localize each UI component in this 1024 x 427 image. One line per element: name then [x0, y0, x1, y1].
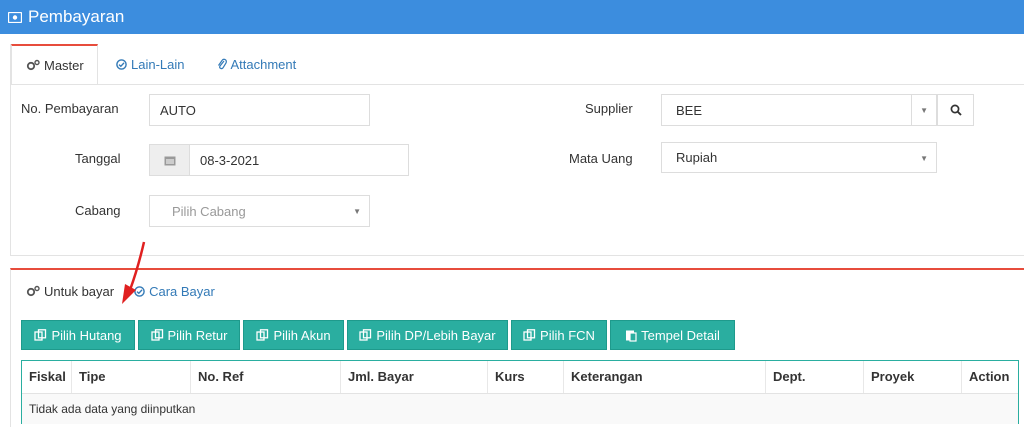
column-header[interactable]: No. Ref	[191, 361, 341, 393]
column-header[interactable]: Dept.	[766, 361, 864, 393]
no-pembayaran-label: No. Pembayaran	[21, 101, 119, 116]
supplier-label: Supplier	[585, 101, 633, 116]
cogs-icon	[26, 59, 40, 71]
pilih-fcn-button[interactable]: Pilih FCN	[511, 320, 607, 350]
tanggal-label: Tanggal	[75, 151, 121, 166]
pilih-akun-label: Pilih Akun	[273, 327, 331, 343]
detail-table: Fiskal Tipe No. Ref Jml. Bayar Kurs Kete…	[21, 360, 1019, 424]
window-title-text: Pembayaran	[28, 7, 125, 26]
supplier-search-button[interactable]	[937, 94, 974, 126]
cabang-select[interactable]: Pilih Cabang ▼	[149, 195, 370, 227]
tanggal-value: 08-3-2021	[200, 152, 260, 168]
pilih-retur-label: Pilih Retur	[167, 327, 228, 343]
chevron-down-icon: ▼	[353, 207, 361, 216]
tab-master-label: Master	[44, 57, 84, 73]
tempel-detail-label: Tempel Detail	[641, 327, 720, 343]
cabang-label: Cabang	[75, 203, 121, 218]
annotation-arrow	[122, 241, 146, 304]
column-header[interactable]: Action	[962, 361, 1018, 393]
pilih-fcn-label: Pilih FCN	[540, 327, 595, 343]
tab-lain-lain-label: Lain-Lain	[131, 56, 185, 72]
master-tabs: Master Lain-Lain Attachment	[11, 44, 310, 84]
empty-table-message: Tidak ada data yang diinputkan	[22, 393, 1018, 424]
money-icon	[8, 11, 22, 23]
cogs-icon	[26, 285, 40, 297]
copy-icon	[34, 329, 47, 341]
cabang-placeholder: Pilih Cabang	[172, 203, 246, 219]
column-header[interactable]: Keterangan	[564, 361, 766, 393]
chevron-down-icon: ▼	[920, 154, 928, 163]
copy-icon	[256, 329, 269, 341]
copy-icon	[359, 329, 372, 341]
no-pembayaran-value: AUTO	[160, 102, 196, 118]
mata-uang-select[interactable]: Rupiah ▼	[661, 142, 937, 173]
supplier-value: BEE	[676, 102, 703, 118]
chevron-down-icon: ▼	[920, 106, 928, 115]
pilih-retur-button[interactable]: Pilih Retur	[138, 320, 240, 350]
column-header[interactable]: Fiskal	[22, 361, 72, 393]
tab-untuk-bayar[interactable]: Untuk bayar	[11, 271, 128, 311]
pilih-dp-button[interactable]: Pilih DP/Lebih Bayar	[347, 320, 508, 350]
tab-cara-bayar-label: Cara Bayar	[149, 283, 215, 299]
calendar-icon[interactable]	[150, 145, 190, 175]
window-titlebar: Pembayaran	[0, 0, 1024, 34]
tab-attachment[interactable]: Attachment	[199, 44, 311, 84]
tempel-detail-button[interactable]: Tempel Detail	[610, 320, 735, 350]
pilih-hutang-label: Pilih Hutang	[51, 327, 122, 343]
column-header[interactable]: Proyek	[864, 361, 962, 393]
column-header[interactable]: Kurs	[488, 361, 564, 393]
column-header[interactable]: Tipe	[72, 361, 191, 393]
column-header[interactable]: Jml. Bayar	[341, 361, 488, 393]
mata-uang-value: Rupiah	[676, 150, 718, 165]
copy-icon	[150, 329, 164, 341]
tab-attachment-label: Attachment	[230, 56, 297, 72]
mata-uang-label: Mata Uang	[569, 151, 633, 166]
paperclip-icon	[217, 58, 227, 70]
tanggal-field[interactable]: 08-3-2021	[149, 144, 409, 176]
check-circle-icon	[116, 58, 127, 70]
window-title: Pembayaran	[8, 7, 124, 27]
pilih-hutang-button[interactable]: Pilih Hutang	[21, 320, 135, 350]
tab-master[interactable]: Master	[11, 44, 98, 84]
tab-untuk-bayar-label: Untuk bayar	[44, 283, 115, 299]
pilih-dp-label: Pilih DP/Lebih Bayar	[376, 327, 496, 343]
no-pembayaran-field[interactable]: AUTO	[149, 94, 370, 126]
search-icon	[950, 104, 962, 116]
tab-lain-lain[interactable]: Lain-Lain	[98, 44, 199, 84]
copy-icon	[523, 329, 536, 341]
pilih-akun-button[interactable]: Pilih Akun	[243, 320, 344, 350]
supplier-select[interactable]: BEE ▼	[661, 94, 937, 126]
paste-icon	[625, 329, 637, 342]
